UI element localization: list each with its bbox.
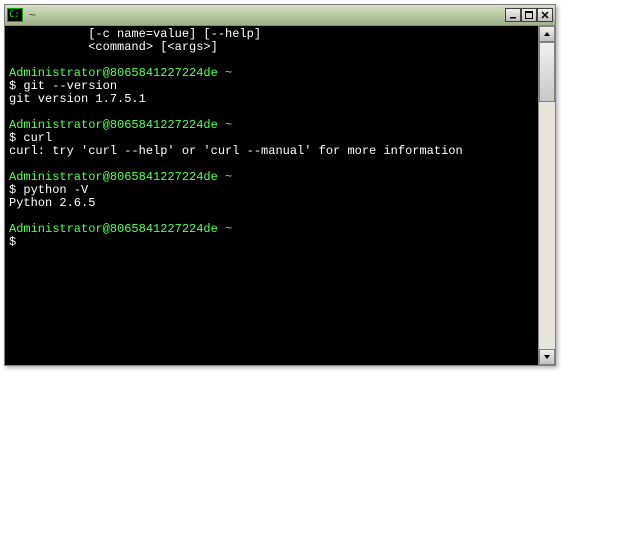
output-text: [-c name=value] [--help]	[9, 27, 261, 41]
minimize-button[interactable]	[505, 8, 521, 22]
output-text: curl: try 'curl --help' or 'curl --manua…	[9, 144, 463, 158]
minimize-icon	[509, 11, 517, 19]
terminal-line: Administrator@8065841227224de ~	[9, 119, 534, 132]
output-text: git version 1.7.5.1	[9, 92, 146, 106]
terminal-content[interactable]: [-c name=value] [--help] <command> [<arg…	[5, 26, 538, 365]
scroll-thumb[interactable]	[539, 42, 555, 102]
terminal-line: Python 2.6.5	[9, 197, 534, 210]
prompt-symbol: $	[9, 79, 23, 93]
window-title: ~	[29, 8, 505, 22]
command-text: git --version	[23, 79, 117, 93]
app-icon: C:	[7, 8, 23, 22]
close-button[interactable]	[537, 8, 553, 22]
terminal-line: curl: try 'curl --help' or 'curl --manua…	[9, 145, 534, 158]
prompt-text: Administrator@8065841227224de ~	[9, 222, 232, 236]
chevron-down-icon	[543, 353, 551, 361]
terminal-line: <command> [<args>]	[9, 41, 534, 54]
prompt-text: Administrator@8065841227224de ~	[9, 170, 232, 184]
maximize-icon	[525, 11, 533, 19]
prompt-text: Administrator@8065841227224de ~	[9, 66, 232, 80]
app-icon-glyph: C:	[9, 11, 20, 20]
scroll-down-button[interactable]	[539, 349, 555, 365]
scroll-up-button[interactable]	[539, 26, 555, 42]
maximize-button[interactable]	[521, 8, 537, 22]
prompt-symbol: $	[9, 235, 23, 249]
chevron-up-icon	[543, 30, 551, 38]
terminal-line: $	[9, 236, 534, 249]
prompt-symbol: $	[9, 183, 23, 197]
scroll-track[interactable]	[539, 42, 555, 349]
terminal-body: [-c name=value] [--help] <command> [<arg…	[5, 26, 555, 365]
window-controls	[505, 8, 553, 22]
prompt-symbol: $	[9, 131, 23, 145]
titlebar[interactable]: C: ~	[5, 5, 555, 26]
command-text: curl	[23, 131, 52, 145]
command-text: python -V	[23, 183, 88, 197]
terminal-line: Administrator@8065841227224de ~	[9, 223, 534, 236]
output-text: <command> [<args>]	[9, 40, 218, 54]
terminal-line: git version 1.7.5.1	[9, 93, 534, 106]
close-icon	[541, 11, 549, 19]
scrollbar[interactable]	[538, 26, 555, 365]
terminal-window: C: ~ [-c name=value] [--help] <command> …	[4, 4, 556, 366]
output-text: Python 2.6.5	[9, 196, 95, 210]
prompt-text: Administrator@8065841227224de ~	[9, 118, 232, 132]
